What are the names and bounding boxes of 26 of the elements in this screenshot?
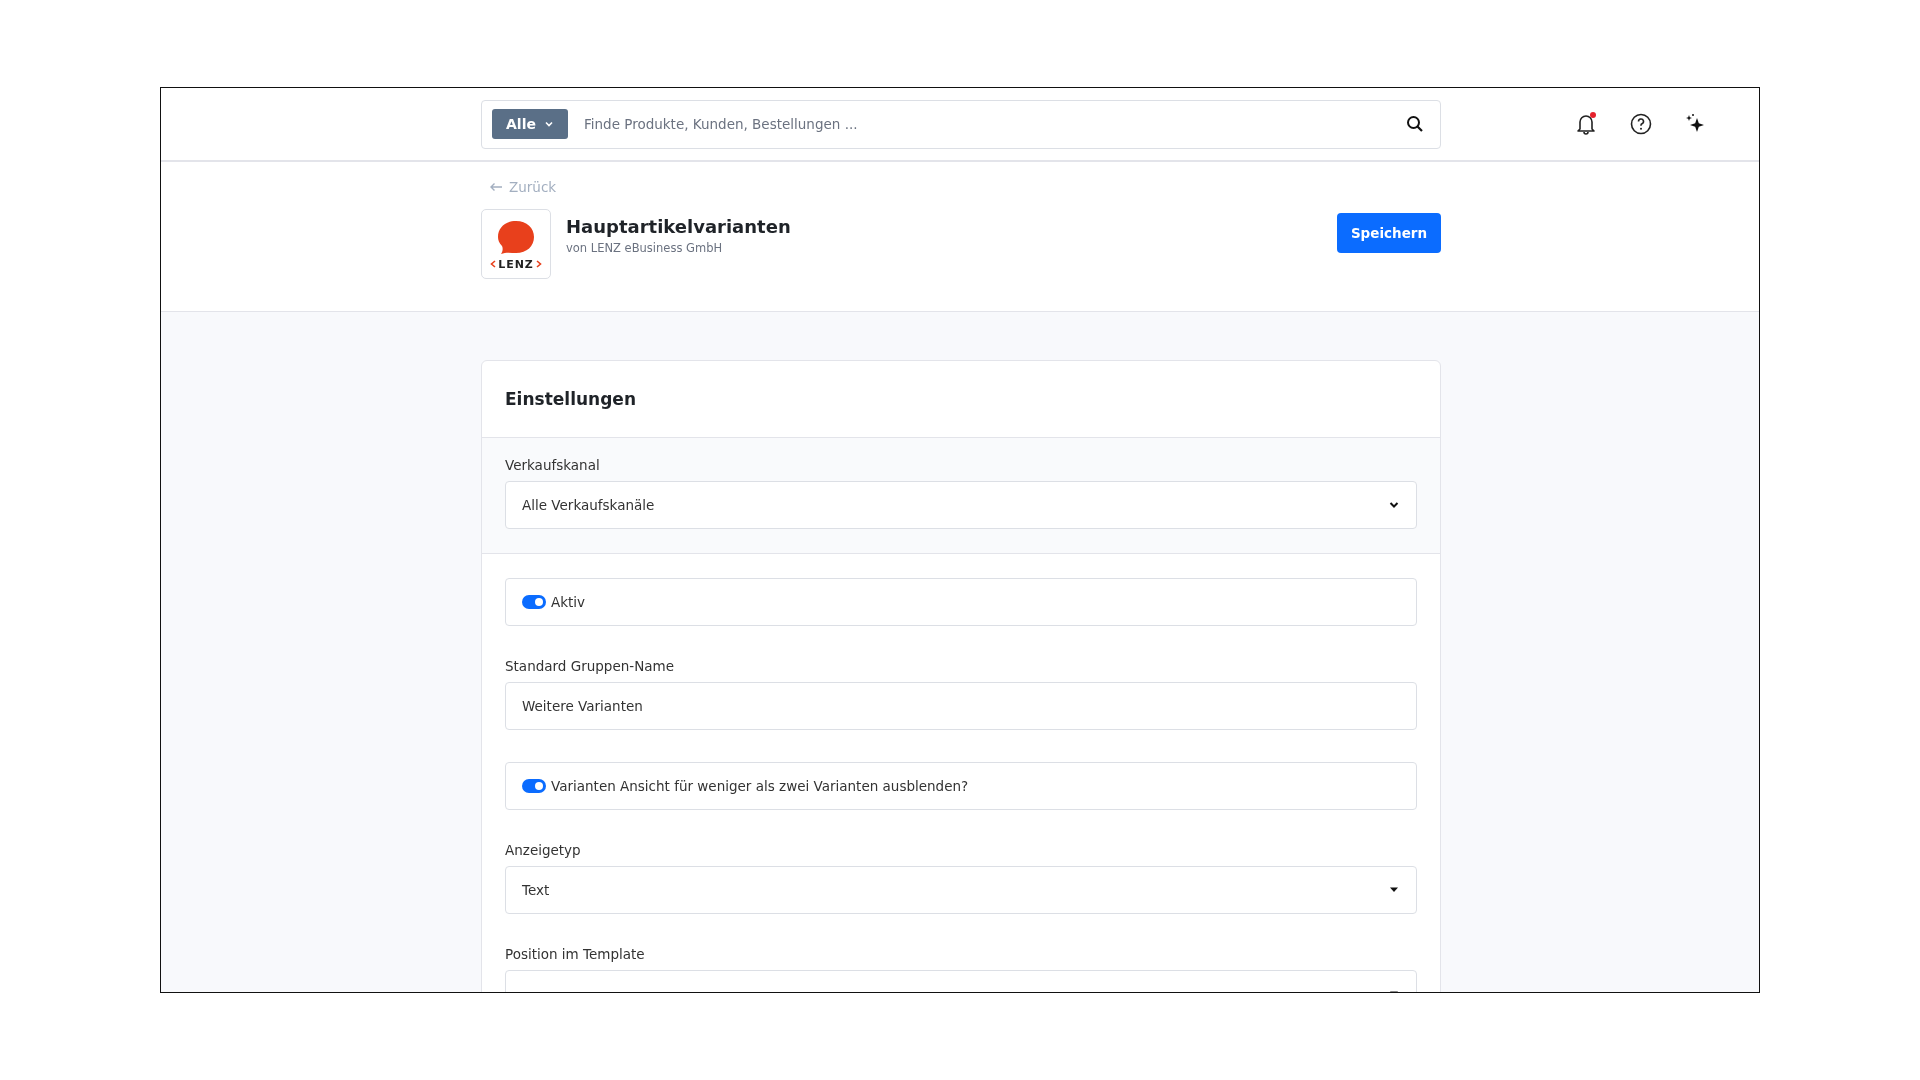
search-field[interactable]: Alle Finde Produkte, Kunden, Bestellungen ... [481,99,1441,149]
channel-select[interactable]: Alle Verkaufskanäle [505,481,1417,529]
search-icon[interactable] [1406,115,1424,133]
save-button[interactable]: Speichern [1337,213,1441,253]
app-title: Hauptartikelvarianten [566,215,792,237]
vendor-name: von LENZ eBusiness GmbH [566,240,724,255]
field-label: Standard Gruppen-Name [505,658,675,674]
field-label: Position im Template [505,946,646,962]
select-value: Text [522,882,550,898]
scope-dropdown[interactable]: Alle [492,109,568,139]
toggle-switch[interactable] [522,595,546,609]
text-input[interactable]: Weitere Varianten [505,682,1417,730]
help-icon[interactable] [1629,112,1653,136]
field-label: Verkaufskanal [505,457,601,473]
dropdown-select[interactable]: Text [505,866,1417,914]
toggle-switch[interactable] [522,779,546,793]
toggle-label: Varianten Ansicht für weniger als zwei Varianten ausblenden? [551,778,969,794]
chevron-icon [543,119,554,129]
logo-text: LENZ [498,258,534,270]
toggle-label: Aktiv [551,594,586,610]
field-label: Anzeigetyp [505,842,582,858]
chevron-right-icon [535,260,542,268]
chevron-left-icon [490,260,497,268]
select-value: Alle Verkaufskanäle [522,497,655,513]
card-title: Einstellungen [505,389,636,409]
arrow-left-icon [489,182,503,192]
